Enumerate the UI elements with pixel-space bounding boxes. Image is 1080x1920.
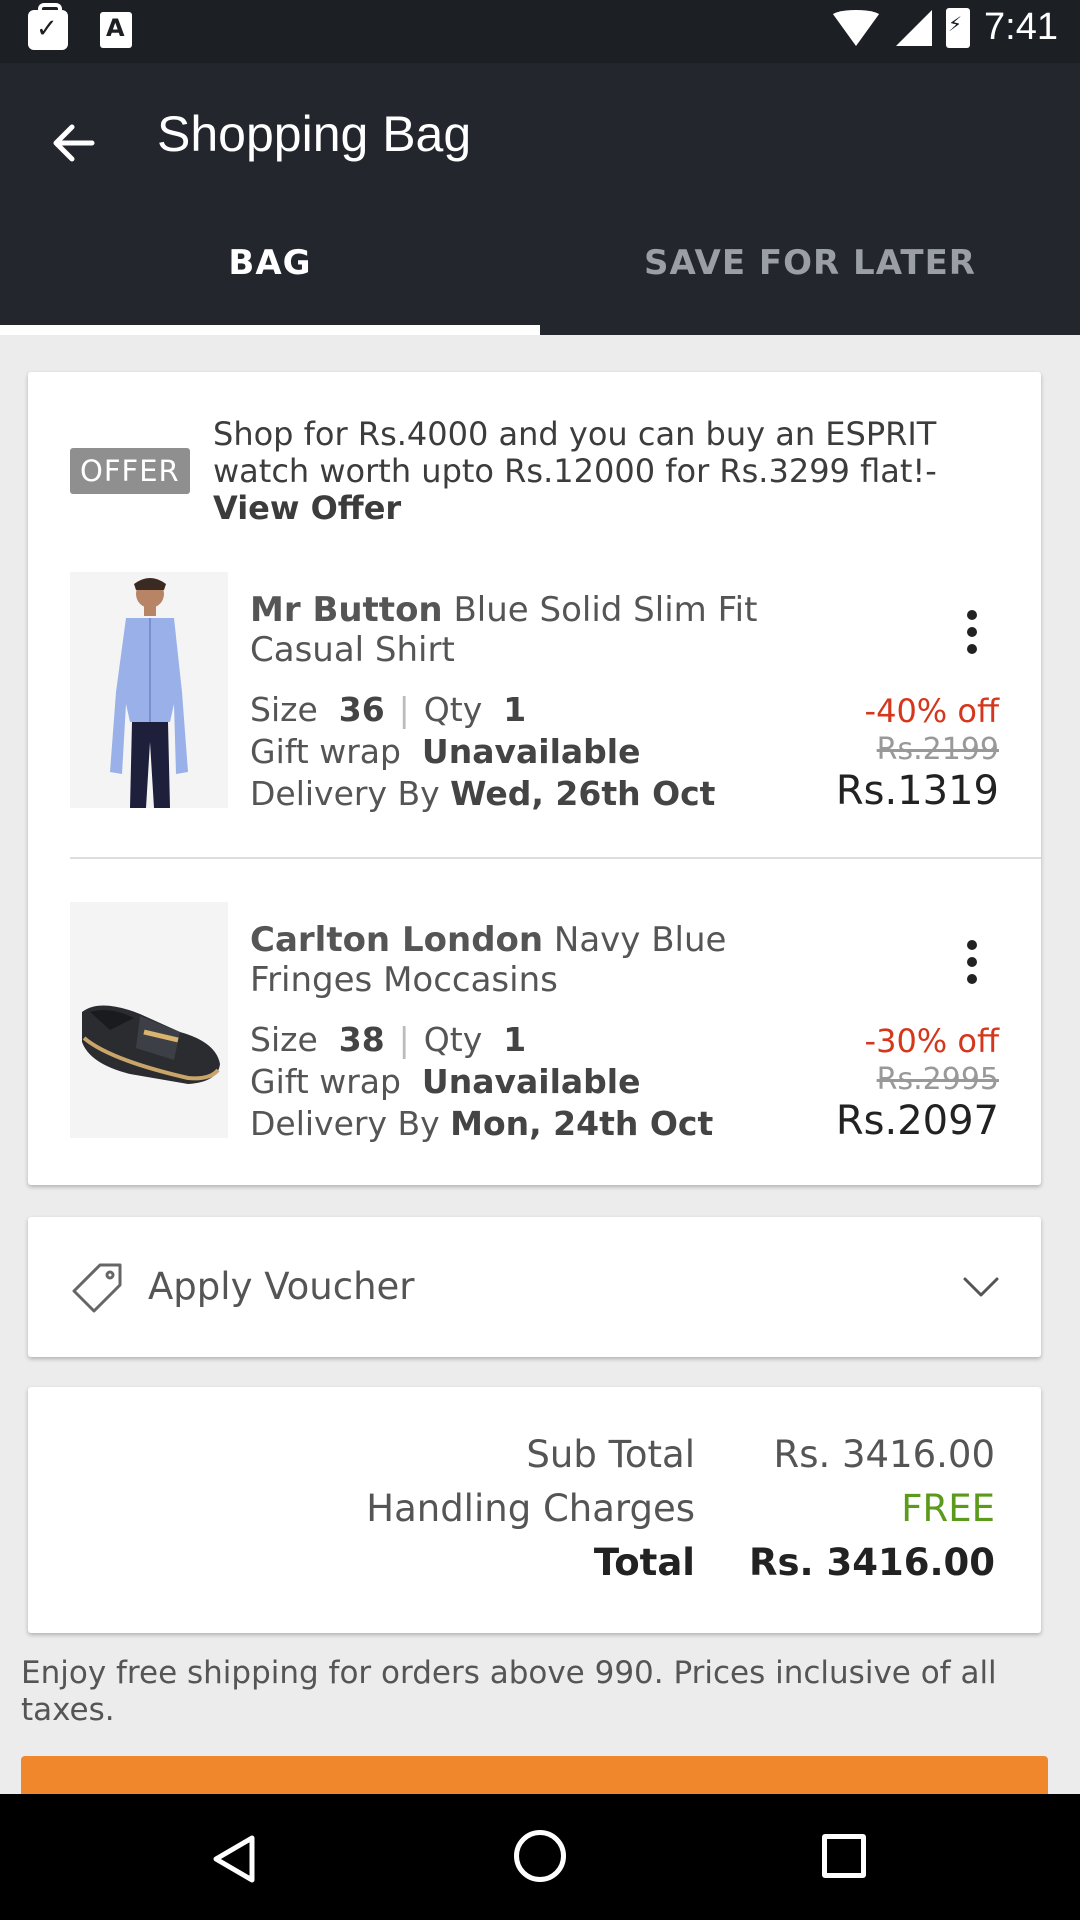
chevron-down-icon[interactable] — [961, 1267, 1001, 1307]
original-price: Rs.2995 — [876, 1062, 999, 1097]
delivery-date: Wed, 26th Oct — [450, 774, 716, 813]
battery-charging-icon — [946, 7, 971, 48]
size-qty-row[interactable]: Size 38 | Qty 1 — [250, 1020, 526, 1059]
bag-item[interactable]: Carlton London Navy Blue Fringes Moccasi… — [70, 902, 1041, 1144]
size-value: 38 — [338, 1020, 385, 1059]
cell-signal-icon — [896, 9, 933, 46]
gift-wrap-value: Unavailable — [421, 732, 641, 771]
system-nav-bar — [0, 1794, 1080, 1920]
order-summary-card: Sub Total Rs. 3416.00 Handling Charges F… — [28, 1387, 1041, 1633]
view-offer-link[interactable]: View Offer — [213, 489, 401, 527]
product-image-shirt[interactable] — [70, 572, 228, 808]
bag-items-card: OFFER Shop for Rs.4000 and you can buy a… — [28, 372, 1041, 1185]
delivery-date: Mon, 24th Oct — [450, 1104, 714, 1143]
shopping-bag-notification-icon — [28, 3, 68, 50]
handling-label: Handling Charges — [366, 1487, 695, 1530]
size-value: 36 — [338, 690, 385, 729]
total-label: Total — [593, 1541, 695, 1584]
nav-recents-icon[interactable] — [822, 1834, 866, 1878]
tab-bag[interactable]: BAG — [0, 243, 540, 283]
product-brand: Carlton London — [250, 920, 544, 960]
qty-value: 1 — [503, 1020, 527, 1059]
final-price: Rs.1319 — [835, 768, 999, 814]
offer-badge: OFFER — [70, 448, 190, 494]
page-title: Shopping Bag — [157, 106, 472, 162]
bag-item[interactable]: Mr Button Blue Solid Slim Fit Casual Shi… — [70, 572, 1041, 814]
nav-back-icon[interactable] — [210, 1834, 260, 1884]
product-brand: Mr Button — [250, 590, 443, 630]
total-value: Rs. 3416.00 — [749, 1541, 995, 1584]
tab-save-for-later[interactable]: SAVE FOR LATER — [540, 243, 1080, 283]
apply-voucher-label: Apply Voucher — [148, 1265, 415, 1308]
offer-banner[interactable]: Shop for Rs.4000 and you can buy an ESPR… — [213, 416, 973, 527]
shipping-note: Enjoy free shipping for orders above 990… — [21, 1655, 997, 1728]
total-row: Total Rs. 3416.00 — [28, 1541, 1041, 1591]
subtotal-label: Sub Total — [526, 1433, 695, 1476]
nav-home-icon[interactable] — [514, 1830, 566, 1882]
tag-icon — [72, 1263, 122, 1313]
apply-voucher-card[interactable]: Apply Voucher — [28, 1217, 1041, 1357]
subtotal-value: Rs. 3416.00 — [773, 1433, 995, 1476]
delivery-label: Delivery By — [250, 774, 440, 813]
qty-value: 1 — [503, 690, 527, 729]
system-indicators: 7:41 — [830, 6, 1058, 49]
active-tab-indicator — [0, 325, 540, 335]
gift-wrap-value: Unavailable — [421, 1062, 641, 1101]
qty-label: Qty — [423, 690, 483, 729]
font-app-notification-icon — [100, 12, 132, 48]
product-image-moccasins[interactable] — [70, 902, 228, 1138]
gift-wrap-row: Gift wrap Unavailable — [250, 732, 640, 771]
subtotal-row: Sub Total Rs. 3416.00 — [28, 1433, 1041, 1483]
delivery-row: Delivery By Wed, 26th Oct — [250, 774, 715, 813]
gift-wrap-label: Gift wrap — [250, 732, 401, 771]
clock: 7:41 — [984, 6, 1058, 48]
delivery-label: Delivery By — [250, 1104, 440, 1143]
size-label: Size — [250, 690, 318, 729]
gift-wrap-label: Gift wrap — [250, 1062, 401, 1101]
checkout-button[interactable] — [21, 1756, 1048, 1794]
handling-row: Handling Charges FREE — [28, 1487, 1041, 1537]
back-arrow-icon[interactable] — [44, 113, 104, 173]
wifi-icon — [830, 9, 883, 46]
delivery-row: Delivery By Mon, 24th Oct — [250, 1104, 713, 1143]
gift-wrap-row: Gift wrap Unavailable — [250, 1062, 640, 1101]
original-price: Rs.2199 — [876, 732, 999, 767]
product-title[interactable]: Mr Button Blue Solid Slim Fit Casual Shi… — [250, 590, 810, 670]
product-title[interactable]: Carlton London Navy Blue Fringes Moccasi… — [250, 920, 810, 1000]
app-bar: Shopping Bag BAG SAVE FOR LATER — [0, 63, 1080, 335]
more-options-icon[interactable] — [967, 940, 979, 984]
status-bar: 7:41 — [0, 0, 1080, 63]
item-divider — [70, 857, 1041, 859]
discount-label: -40% off — [864, 692, 999, 730]
size-label: Size — [250, 1020, 318, 1059]
offer-text: Shop for Rs.4000 and you can buy an ESPR… — [213, 415, 937, 490]
final-price: Rs.2097 — [835, 1098, 999, 1144]
size-qty-row[interactable]: Size 36 | Qty 1 — [250, 690, 526, 729]
qty-label: Qty — [423, 1020, 483, 1059]
more-options-icon[interactable] — [967, 610, 979, 654]
notification-icons — [28, 3, 132, 50]
discount-label: -30% off — [864, 1022, 999, 1060]
handling-value: FREE — [901, 1487, 995, 1530]
